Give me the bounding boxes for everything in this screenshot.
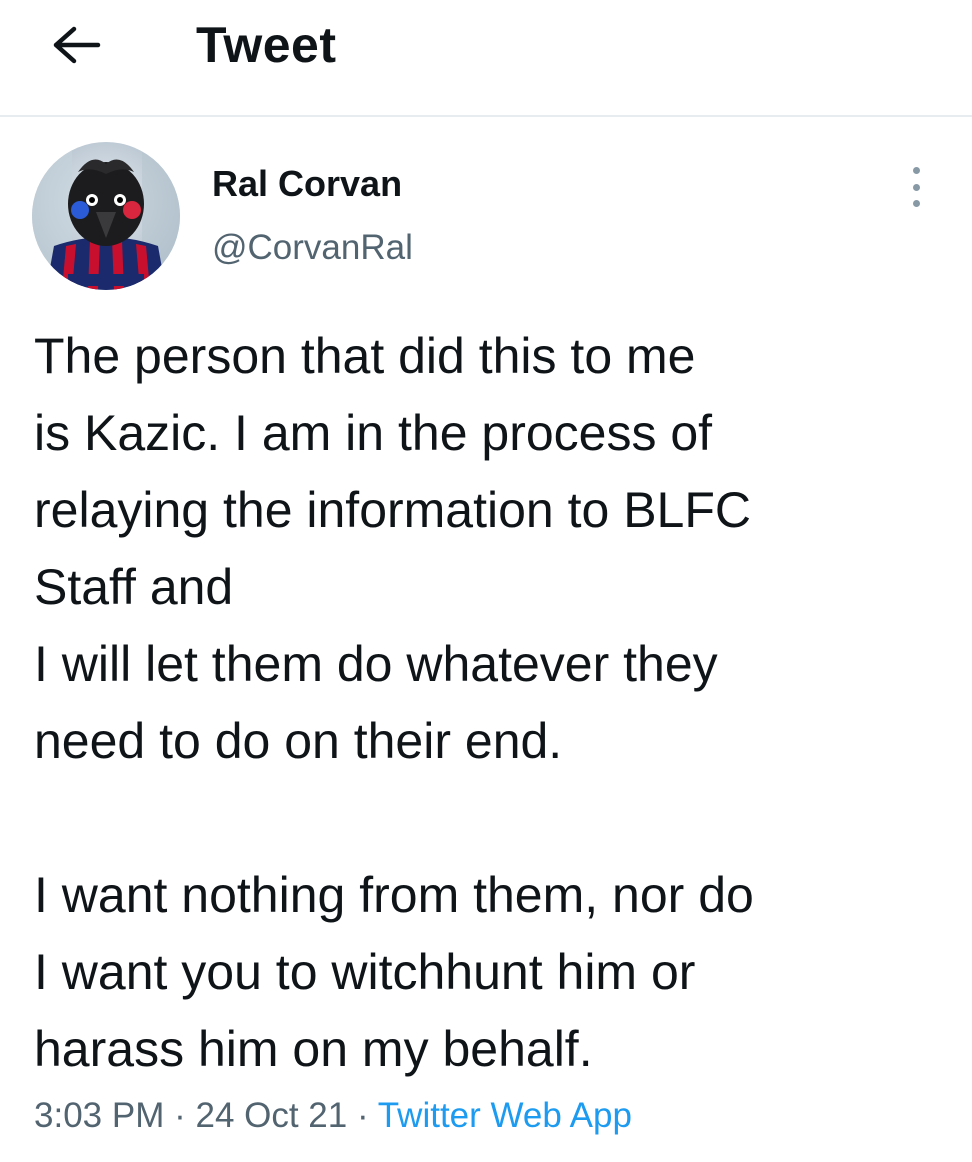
tweet-text: The person that did this to me is Kazic.…	[34, 328, 754, 1077]
author-display-name[interactable]: Ral Corvan	[212, 162, 402, 206]
page-title: Tweet	[196, 17, 337, 73]
tweet-time[interactable]: 3:03 PM	[34, 1096, 164, 1135]
tweet-date[interactable]: 24 Oct 21	[195, 1096, 347, 1135]
tweet-meta: 3:03 PM · 24 Oct 21 · Twitter Web App	[34, 1090, 632, 1142]
arrow-left-icon	[53, 26, 101, 64]
top-app-bar: Tweet	[0, 0, 972, 117]
tweet-source-link[interactable]: Twitter Web App	[378, 1096, 632, 1135]
meta-separator: ·	[174, 1096, 186, 1135]
avatar[interactable]	[32, 142, 180, 290]
avatar-image	[32, 142, 180, 290]
meta-separator: ·	[356, 1096, 369, 1135]
back-button[interactable]	[36, 10, 116, 80]
author-handle[interactable]: @CorvanRal	[212, 226, 413, 270]
more-options-button[interactable]	[898, 162, 934, 212]
more-dots-icon	[912, 167, 920, 174]
